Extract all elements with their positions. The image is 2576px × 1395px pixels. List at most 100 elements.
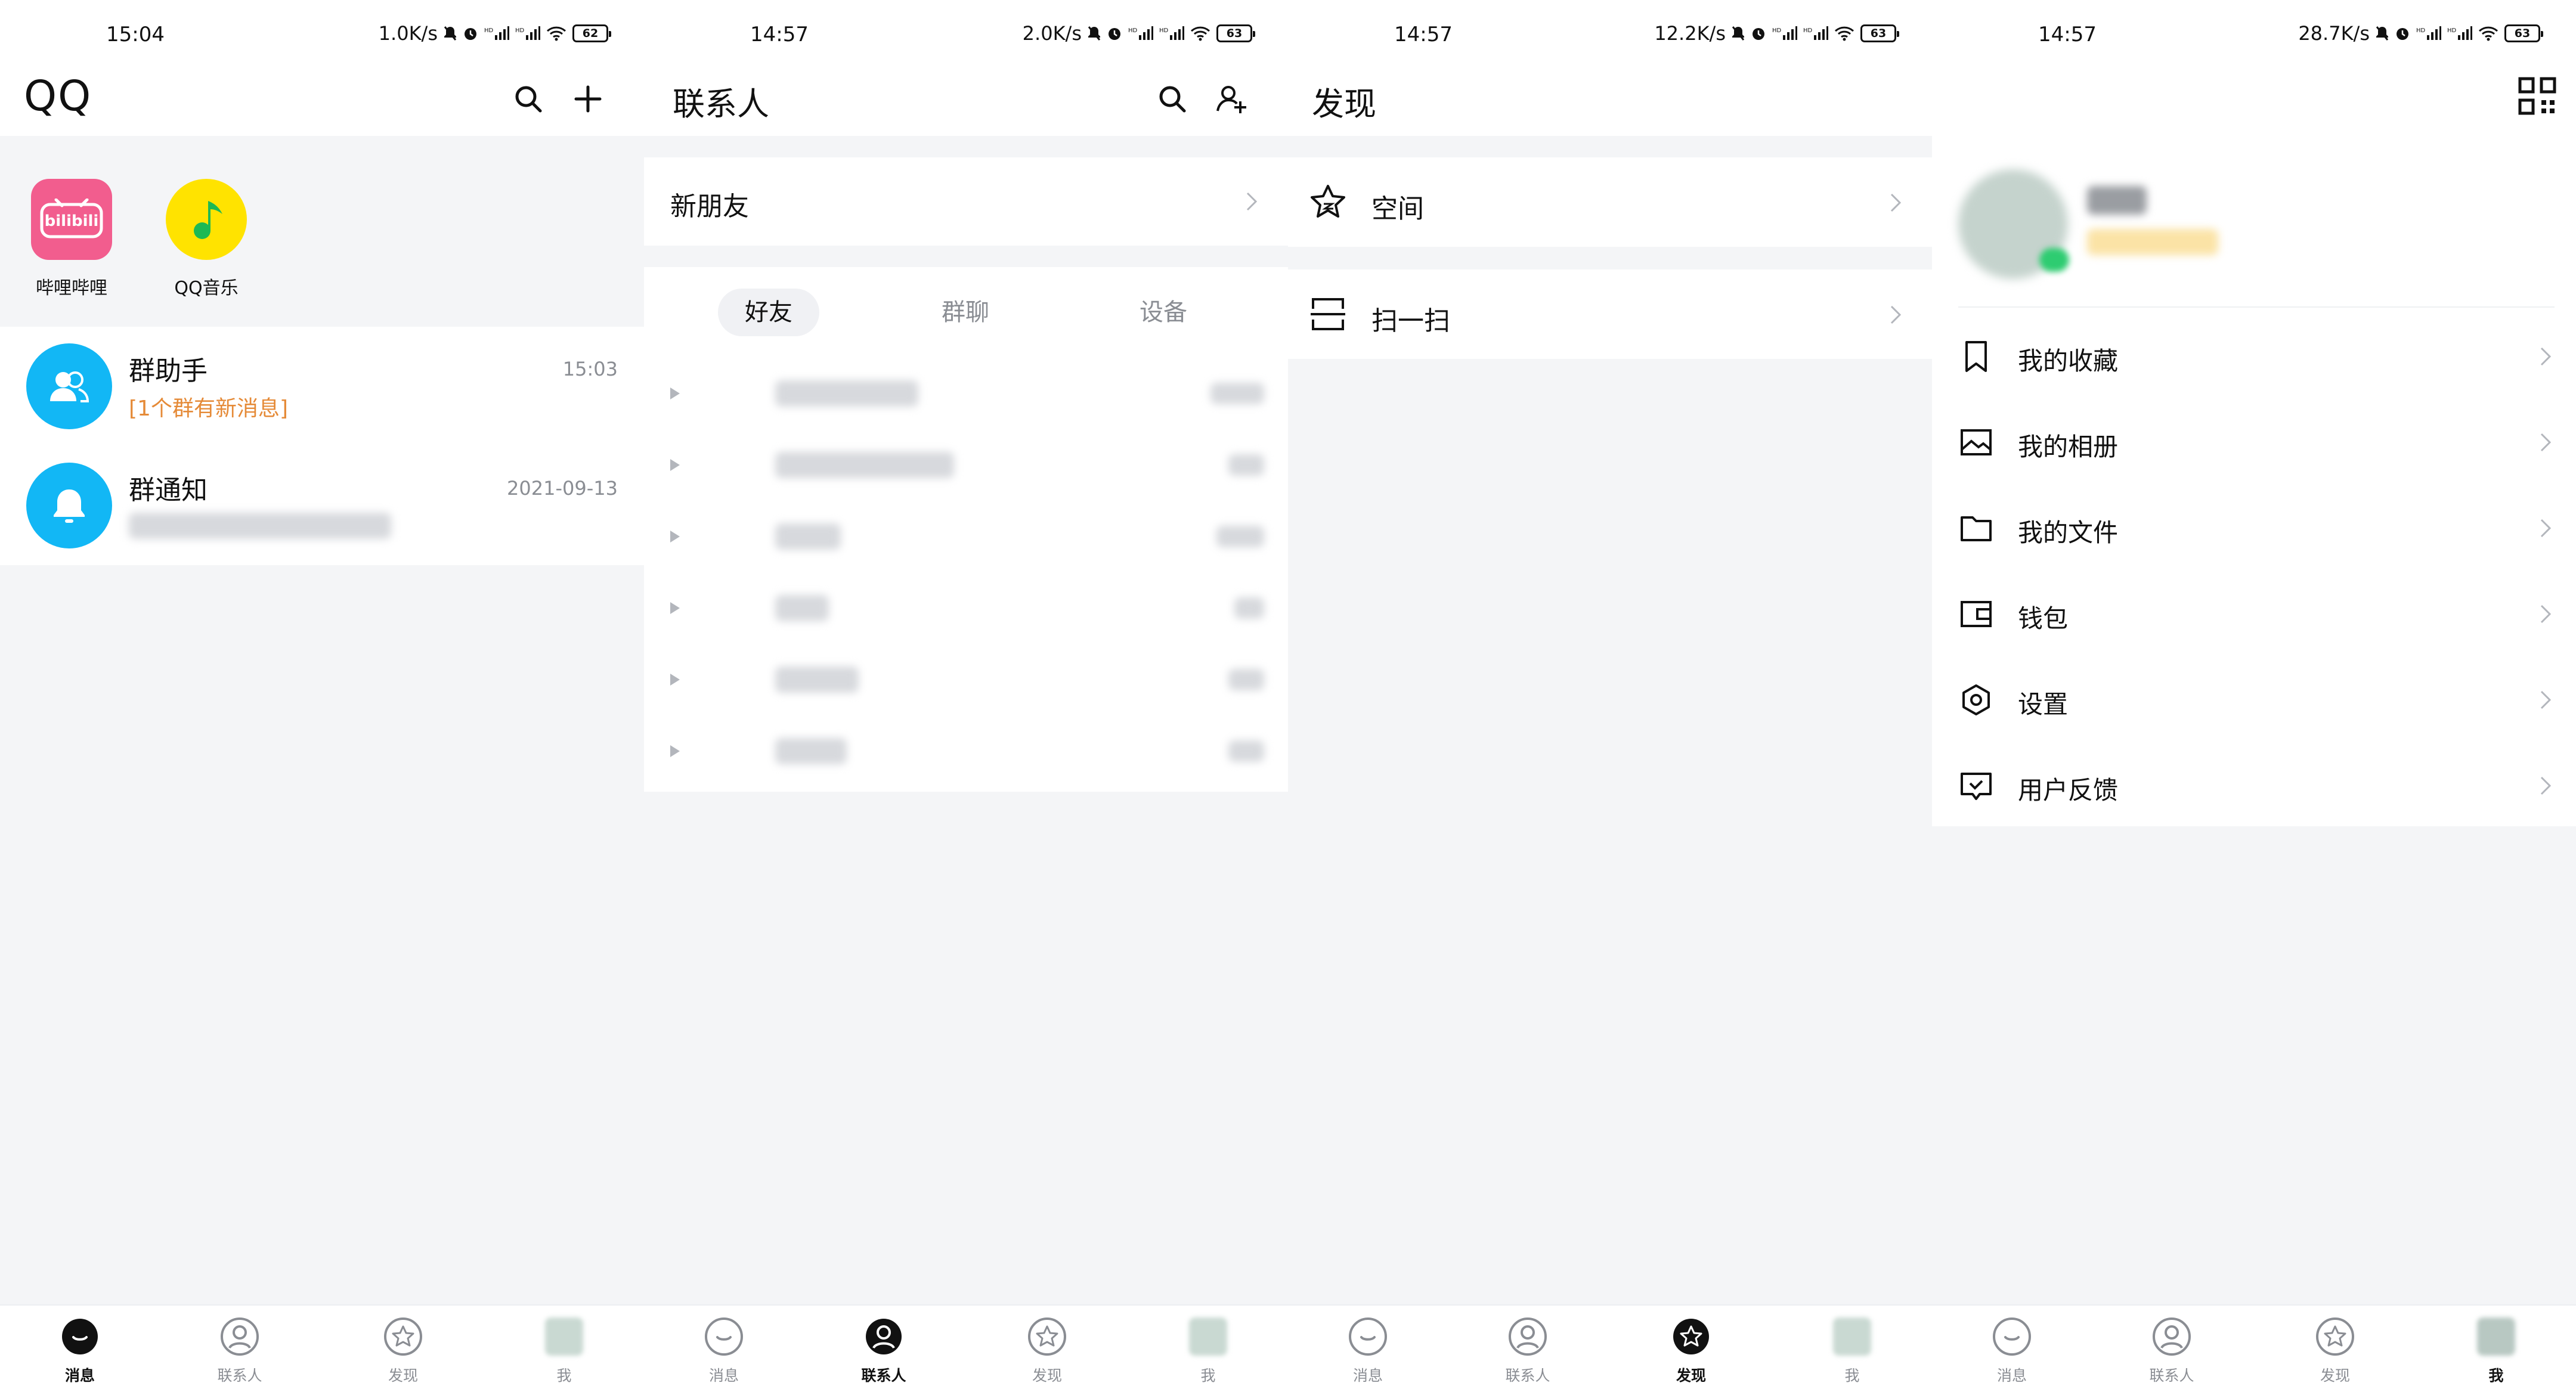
- friend-group-row[interactable]: [644, 717, 1288, 788]
- tab-devices[interactable]: 设备: [1113, 289, 1214, 336]
- nav-discover[interactable]: 发现: [343, 1313, 463, 1390]
- blurred-text: [775, 595, 829, 621]
- network-speed: 1.0K/s: [378, 22, 438, 45]
- nav-label: 发现: [388, 1367, 418, 1384]
- discover-item-qzone[interactable]: 空间: [1288, 157, 1932, 247]
- status-time: 14:57: [1394, 23, 1453, 46]
- menu-item-wallet[interactable]: 钱包: [1932, 571, 2576, 657]
- nav-messages[interactable]: 消息: [664, 1313, 784, 1390]
- feedback-icon: [1958, 768, 1994, 804]
- new-friends-row[interactable]: 新朋友: [644, 157, 1288, 246]
- nav-me[interactable]: 我: [1792, 1313, 1912, 1390]
- nav-label: 我: [2488, 1367, 2504, 1384]
- nav-discover[interactable]: 发现: [1631, 1313, 1751, 1390]
- app-bilibili[interactable]: bilibili 哔哩哔哩: [24, 179, 119, 299]
- nav-messages[interactable]: 消息: [1952, 1313, 2072, 1390]
- nav-me[interactable]: 我: [1148, 1313, 1268, 1390]
- qr-code-button[interactable]: [2516, 75, 2558, 117]
- discover-item-scan[interactable]: 扫一扫: [1288, 269, 1932, 359]
- add-friend-button[interactable]: [1208, 75, 1256, 123]
- svg-text:HD: HD: [2416, 27, 2426, 34]
- nav-messages[interactable]: 消息: [20, 1313, 140, 1390]
- menu-item-feedback[interactable]: 用户反馈: [1932, 743, 2576, 829]
- nav-label: 我: [1844, 1367, 1860, 1384]
- nav-me[interactable]: 我: [2436, 1313, 2556, 1390]
- nav-contacts[interactable]: 联系人: [2112, 1313, 2231, 1390]
- blurred-nickname: [2087, 186, 2147, 215]
- profile-avatar-icon: [1184, 1313, 1232, 1360]
- bottom-nav: 消息 联系人 发现 我: [0, 1304, 644, 1395]
- battery-icon: 63: [2504, 24, 2543, 42]
- friend-group-row[interactable]: [644, 430, 1288, 502]
- discover-icon: [2311, 1313, 2359, 1360]
- app-qq-music[interactable]: QQ音乐: [159, 179, 254, 299]
- app-header: 联系人: [644, 69, 1288, 136]
- wifi-icon: [546, 26, 566, 41]
- status-bar: 15:04 1.0K/s HD HD 62: [0, 0, 644, 69]
- bookmark-icon: [1958, 339, 1994, 374]
- expand-icon: [670, 745, 680, 757]
- nav-messages[interactable]: 消息: [1308, 1313, 1428, 1390]
- nav-label: 消息: [1352, 1367, 1383, 1384]
- svg-text:HD: HD: [1159, 27, 1169, 34]
- status-bar: 14:57 28.7K/s HD HD 63: [1932, 0, 2576, 69]
- nav-me[interactable]: 我: [504, 1313, 624, 1390]
- menu-item-settings[interactable]: 设置: [1932, 657, 2576, 743]
- blurred-preview: [129, 513, 391, 539]
- friend-group-row[interactable]: [644, 359, 1288, 430]
- conversation-time: 2021-09-13: [507, 477, 618, 500]
- nav-discover[interactable]: 发现: [987, 1313, 1107, 1390]
- tab-friends[interactable]: 好友: [718, 289, 819, 336]
- add-button[interactable]: [564, 75, 612, 123]
- nav-label: 消息: [64, 1367, 95, 1384]
- messages-screen: 15:04 1.0K/s HD HD 62 QQ bilibili 哔哩哔哩 Q…: [0, 0, 644, 1395]
- nav-contacts[interactable]: 联系人: [824, 1313, 943, 1390]
- contacts-icon: [2148, 1313, 2196, 1360]
- contacts-screen: 14:57 2.0K/s HD HD 63 联系人 新朋友 好友 群聊 设备 消…: [644, 0, 1288, 1395]
- mute-icon: [1732, 26, 1745, 41]
- blurred-text: [775, 666, 859, 693]
- friend-group-row[interactable]: [644, 502, 1288, 574]
- search-button[interactable]: [504, 75, 552, 123]
- friend-group-row[interactable]: [644, 645, 1288, 717]
- app-header: 发现: [1288, 69, 1932, 136]
- blurred-text: [1234, 597, 1264, 619]
- chevron-right-icon: [1240, 190, 1264, 213]
- nav-contacts[interactable]: 联系人: [1468, 1313, 1587, 1390]
- page-title: 联系人: [673, 85, 769, 123]
- profile-screen: 14:57 28.7K/s HD HD 63 我的收藏 我的相册 我的文件 钱包…: [1932, 0, 2576, 1395]
- tab-groups[interactable]: 群聊: [915, 289, 1016, 336]
- nav-label: 发现: [1032, 1367, 1062, 1384]
- friend-group-row[interactable]: [644, 574, 1288, 645]
- signal-2-icon: HD: [515, 26, 540, 41]
- menu-item-label: 我的文件: [2018, 518, 2119, 547]
- signal-2-icon: HD: [1159, 26, 1184, 41]
- contacts-icon: [1504, 1313, 1552, 1360]
- search-button[interactable]: [1148, 75, 1196, 123]
- blurred-text: [1210, 383, 1264, 404]
- chevron-right-icon: [1884, 191, 1908, 215]
- wifi-icon: [1190, 26, 1210, 41]
- nav-contacts[interactable]: 联系人: [180, 1313, 299, 1390]
- alarm-icon: [2395, 26, 2410, 41]
- menu-item-favorites[interactable]: 我的收藏: [1932, 314, 2576, 399]
- menu-item-files[interactable]: 我的文件: [1932, 485, 2576, 571]
- network-speed: 28.7K/s: [2298, 22, 2370, 45]
- pinned-apps: bilibili 哔哩哔哩 QQ音乐: [0, 136, 644, 327]
- app-header: QQ: [0, 69, 644, 136]
- svg-text:HD: HD: [515, 27, 525, 34]
- svg-text:HD: HD: [1772, 27, 1782, 34]
- item-label: 空间: [1371, 194, 1424, 224]
- mute-icon: [444, 26, 457, 41]
- qq-music-icon: [166, 179, 247, 260]
- svg-text:HD: HD: [1803, 27, 1813, 34]
- menu-item-label: 我的收藏: [2018, 346, 2119, 376]
- status-time: 14:57: [750, 23, 809, 46]
- expand-icon: [670, 674, 680, 686]
- nav-discover[interactable]: 发现: [2275, 1313, 2395, 1390]
- menu-item-album[interactable]: 我的相册: [1932, 399, 2576, 485]
- conversation-group-assistant[interactable]: 群助手 [1个群有新消息] 15:03: [0, 327, 644, 446]
- status-indicators: 12.2K/s HD HD 63: [1654, 21, 1899, 45]
- conversation-group-notice[interactable]: 群通知 2021-09-13: [0, 446, 644, 565]
- divider: [1958, 306, 2555, 308]
